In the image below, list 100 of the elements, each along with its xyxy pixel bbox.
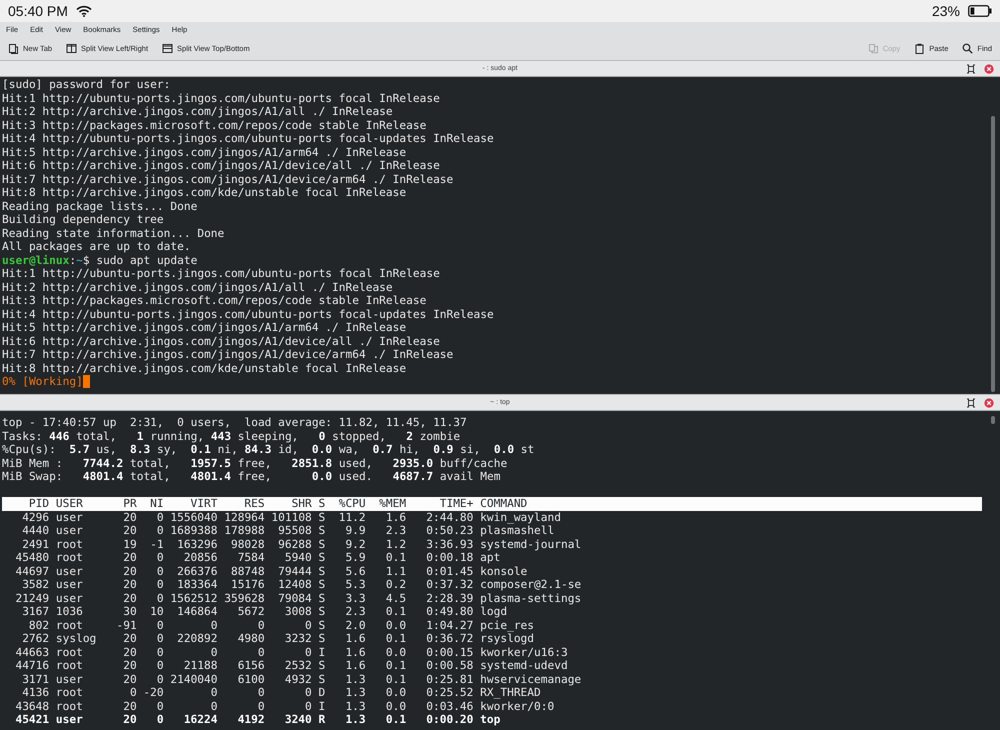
table-cell-text: 9.9 [344,524,366,538]
table-cell-text: 0:01.45 [425,564,474,578]
table-cell-text: 2.0 [344,618,366,632]
table-cell-text: syslog [56,632,98,646]
table-cell-text: user [56,524,84,538]
table-cell-text: 16224 [182,713,218,726]
table-cell-text: 1.6 [344,646,366,659]
table-cell-text: 1.6 [384,510,406,524]
table-cell-text: root [56,646,84,659]
table-cell-text: plasma-settings [480,592,582,605]
table-cell-text: 0 [210,686,218,700]
table-cell-text: 0 [156,659,164,672]
table-cell: 1689388 [170,524,218,538]
table-cell-text: 5.9 [344,551,366,564]
table-cell-text: 1:04.27 [425,618,474,632]
table-cell: -91 [116,618,137,632]
table-cell-text: 15176 [230,578,265,592]
battery-percent: 23% [932,3,960,19]
table-cell-text: 2.3 [384,524,406,538]
table-cell-text: 220892 [176,632,218,646]
table-cell-text: 20 [122,700,137,713]
table-cell-text: 20 [122,592,137,605]
table-cell: 178988 [224,524,265,538]
table-cell-text: 20 [122,524,137,538]
scrollbar[interactable] [991,416,995,424]
column-header: VIRT [190,497,218,510]
terminal-line: Hit:6 http://archive.jingos.com/jingos/A1/device/all ./ InRelease [2,159,440,172]
table-cell-text: 0.1 [384,605,406,618]
table-cell: I [318,646,326,659]
table-cell-text: 20 [122,646,137,659]
column-header: SHR [290,497,312,510]
table-cell-text: apt [480,551,502,564]
maximize-icon[interactable] [966,64,976,74]
table-cell-text: 0 [156,700,164,713]
column-header: TIME+ [438,497,474,510]
table-cell: S [318,551,326,564]
table-cell-text: root [56,686,84,700]
table-cell-text: top [480,713,502,726]
table-cell-text: 12408 [277,578,312,592]
table-cell-text: 11.2 [338,510,366,524]
column-header: PR [122,497,137,510]
column-header: RES [243,497,265,510]
table-cell-text: 20 [122,672,137,686]
table-cell: 2140040 [170,672,218,686]
table-cell-text: -1 [149,538,164,551]
table-cell-text: 3.3 [344,592,366,605]
table-cell-text: user [56,592,84,605]
maximize-icon[interactable] [966,398,976,408]
close-icon[interactable] [984,64,994,74]
search-icon [962,42,974,54]
table-cell-text: 4440 [21,524,50,538]
table-cell-text: 88748 [230,564,265,578]
table-cell-text: 9.2 [344,538,366,551]
clipboard-icon [914,42,926,54]
table-cell-text: 0 [128,686,137,700]
close-icon[interactable] [984,398,994,408]
table-cell-text: 20856 [182,551,218,564]
table-cell: S [318,632,326,646]
terminal-line: Hit:8 http://archive.jingos.com/kde/unstable focal InRelease [2,362,406,375]
table-cell-text: 4980 [236,632,265,646]
table-cell-text: 0:00.58 [425,659,474,672]
terminal-line: top - 17:40:57 up 2:31, 0 users, load average: 11.82, 11.45, 11.37 [2,416,467,430]
table-cell-text: 20 [122,551,137,564]
table-cell-text: 1.3 [344,700,366,713]
terminal-line: MiB Mem : 7744.2 total, 1957.5 free, 2851.8 used, 2935.0 buff/cache [2,456,508,470]
table-cell-text: user [56,578,84,592]
table-cell-text: 1.3 [344,686,366,700]
table-cell-text: 6156 [236,659,265,672]
table-cell-text: 4.5 [384,592,406,605]
table-cell-text: user [56,564,84,578]
table-cell-text: 1.1 [384,564,406,578]
terminal-line: Hit:5 http://archive.jingos.com/jingos/A1/arm64 ./ InRelease [2,146,406,159]
table-cell-text: 0 [256,700,265,713]
table-cell-text: 0:25.81 [425,672,474,686]
table-cell-text: 5.6 [344,564,366,578]
table-cell: S [318,659,326,672]
table-cell-text: 146864 [176,605,218,618]
table-cell-text: 0:25.52 [425,686,474,700]
table-cell-text: 183364 [176,578,218,592]
table-cell-text: 1.2 [384,538,406,551]
table-cell-text: rsyslogd [480,632,536,646]
table-cell-text: 0 [256,686,265,700]
clock-time: 05:40 PM [8,3,68,19]
table-cell-text: 0 [156,632,164,646]
split-vertical-icon [66,42,78,54]
table-cell-text: 0 [304,686,312,700]
table-cell-text: 20 [122,578,137,592]
table-cell-text: 20 [122,632,137,646]
terminal-line: Tasks: 446 total, 1 running, 443 sleeping, 0 stopped, 2 zombie [2,430,460,443]
table-cell-text: 0 [210,700,218,713]
terminal-line: Hit:4 http://ubuntu-ports.jingos.com/ubuntu-ports focal-updates InRelease [2,308,494,321]
table-cell-text: root [56,551,84,564]
table-cell-text: 6100 [236,672,265,686]
scrollbar[interactable] [991,116,995,392]
table-cell-text: 1.6 [344,632,366,646]
table-cell: -20 [143,686,164,700]
table-cell: 1556040 [170,510,218,524]
column-header: USER [56,497,84,510]
terminal-line: Hit:3 http://packages.microsoft.com/repos/code stable InRelease [2,118,426,132]
terminal-line: MiB Swap: 4801.4 total, 4801.4 free, 0.0 used. 4687.7 avail Mem [2,470,500,484]
